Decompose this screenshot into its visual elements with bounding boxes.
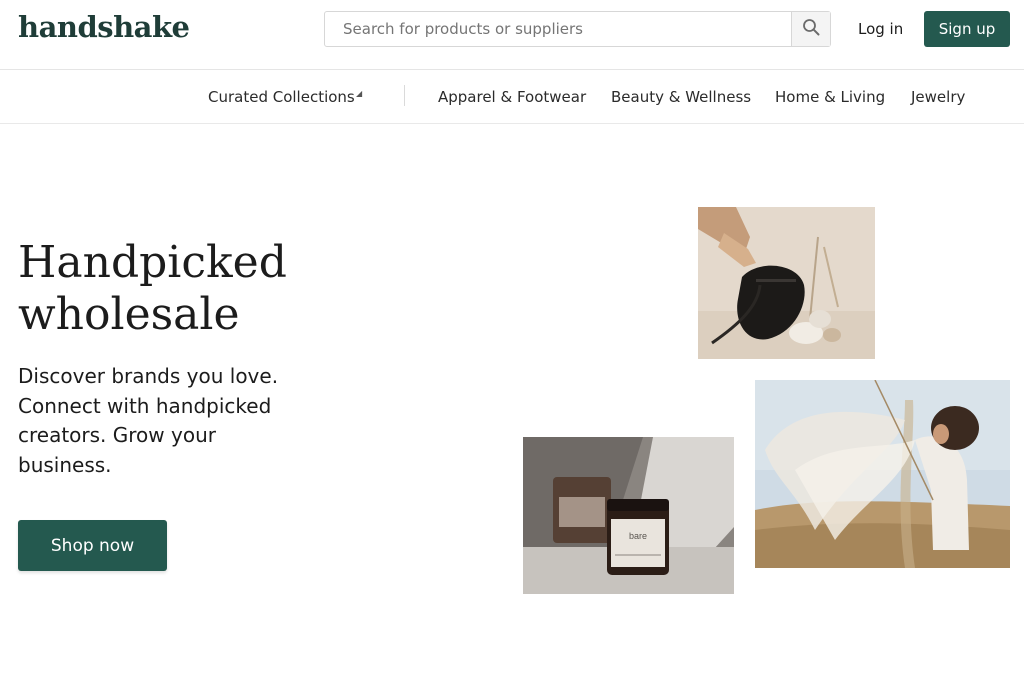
fabric-photo	[755, 380, 1010, 568]
search-bar	[324, 11, 831, 47]
login-link[interactable]: Log in	[858, 20, 903, 38]
candle-photo: bare	[523, 437, 734, 594]
shop-now-button[interactable]: Shop now	[18, 520, 167, 571]
hero-title: Handpicked wholesale	[18, 237, 287, 340]
hero-subtitle: Discover brands you love. Connect with h…	[18, 364, 279, 477]
nav-item-curated-collections[interactable]: Curated Collections	[208, 88, 355, 106]
search-icon	[802, 18, 820, 40]
nav-item-home-living[interactable]: Home & Living	[775, 88, 885, 106]
candle-label: bare	[629, 531, 647, 541]
search-button[interactable]	[791, 12, 830, 46]
caret-icon[interactable]: ◢	[356, 89, 362, 98]
nav-item-beauty-wellness[interactable]: Beauty & Wellness	[611, 88, 751, 106]
bag-photo	[698, 207, 875, 359]
signup-button[interactable]: Sign up	[924, 11, 1010, 47]
handshake-logo[interactable]: handshake	[18, 10, 190, 44]
search-input[interactable]	[325, 12, 795, 46]
nav-item-jewelry[interactable]: Jewelry	[911, 88, 965, 106]
top-header: handshake Log in Sign up	[0, 0, 1024, 70]
category-nav: Curated Collections ◢ Apparel & Footwear…	[0, 70, 1024, 124]
nav-item-apparel-footwear[interactable]: Apparel & Footwear	[438, 88, 586, 106]
nav-divider	[404, 85, 405, 106]
